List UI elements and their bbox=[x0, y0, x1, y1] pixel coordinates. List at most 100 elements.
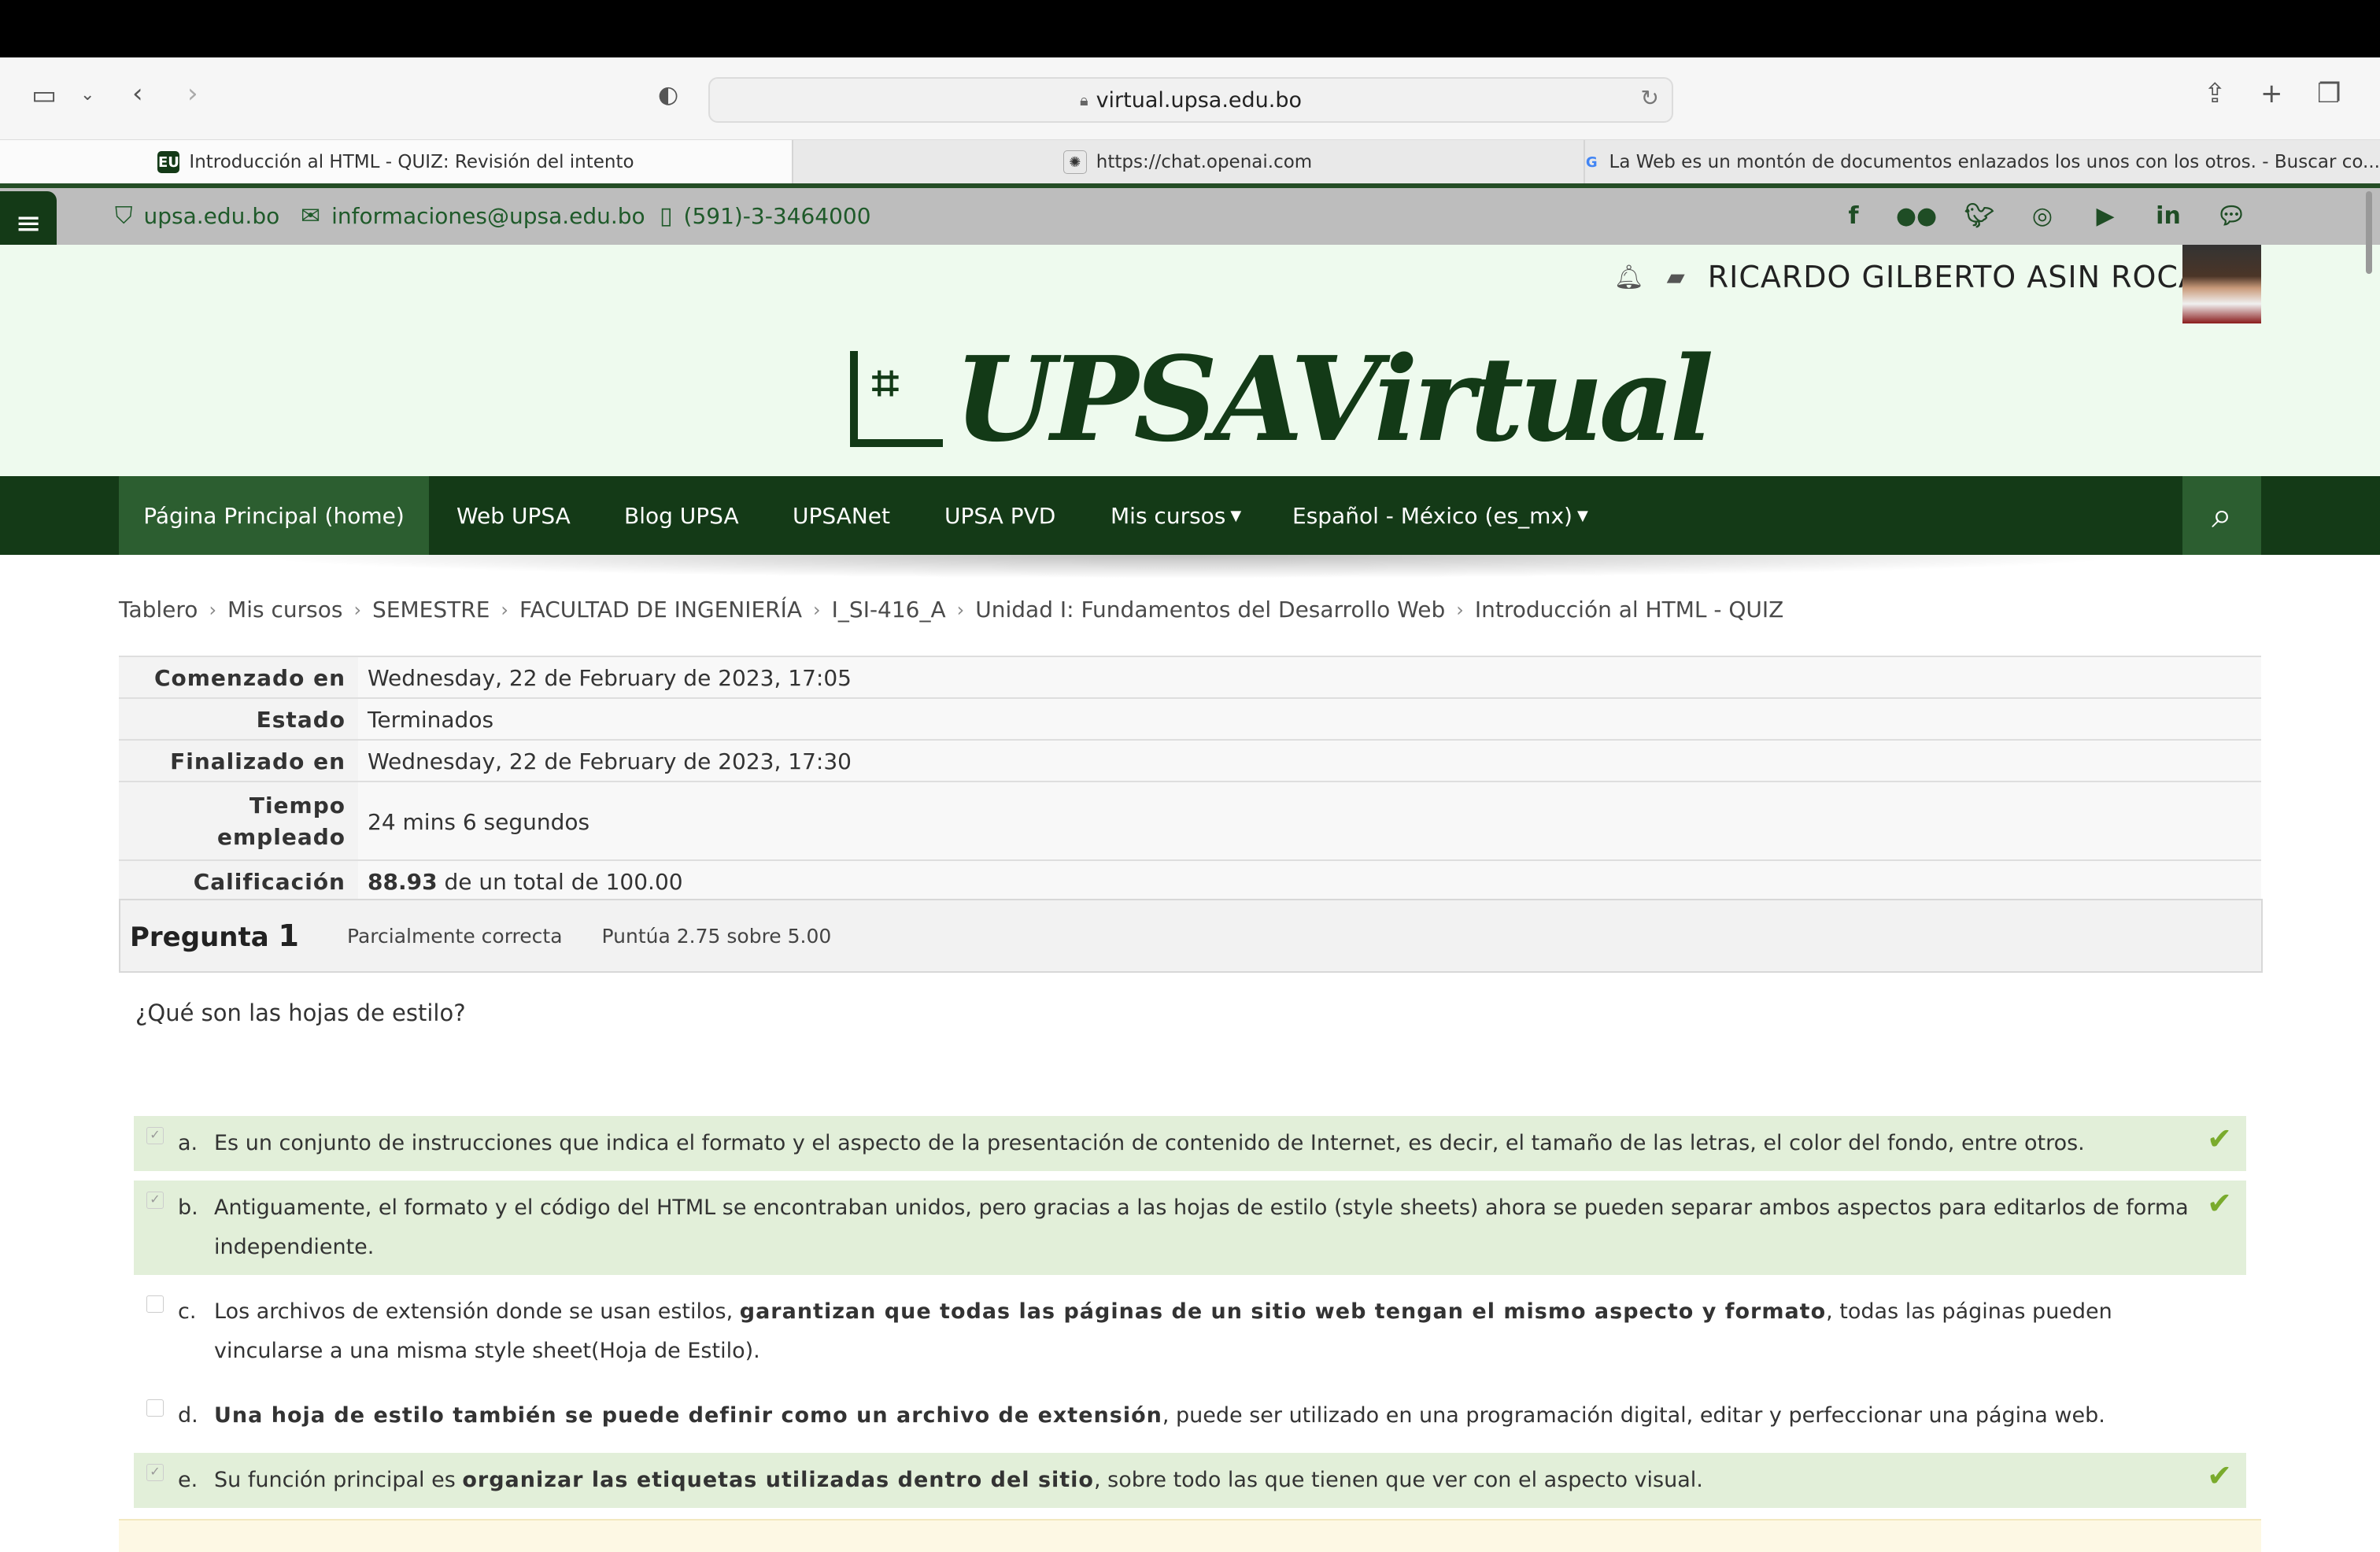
correct-check-icon: ✔ bbox=[2207, 1184, 2232, 1223]
nav-label: Español - México (es_mx) bbox=[1292, 503, 1572, 529]
answer-letter: a. bbox=[178, 1124, 214, 1163]
lock-icon: 🔒︎ bbox=[1080, 91, 1088, 109]
feedback-box bbox=[119, 1519, 2261, 1552]
messages-icon[interactable]: ▰ bbox=[1667, 264, 1686, 291]
answer-option-a: ✓ a. Es un conjunto de instrucciones que… bbox=[134, 1116, 2246, 1171]
breadcrumb: Tablero › Mis cursos › SEMESTRE › FACULTAD … bbox=[119, 597, 1783, 623]
correct-check-icon: ✔ bbox=[2207, 1119, 2232, 1158]
answer-checkbox[interactable]: ✓ bbox=[146, 1127, 164, 1144]
answer-text: Una hoja de estilo también se puede defi… bbox=[214, 1396, 2191, 1436]
breadcrumb-item[interactable]: FACULTAD DE INGENIERÍA bbox=[519, 597, 802, 623]
summary-value: Wednesday, 22 de February de 2023, 17:30 bbox=[358, 741, 2261, 781]
sidebar-toggle-icon[interactable]: ▭ bbox=[31, 79, 57, 111]
answer-text-bold: organizar las etiquetas utilizadas dentr… bbox=[462, 1468, 1094, 1492]
question-state: Parcialmente correcta bbox=[347, 925, 563, 948]
breadcrumb-item[interactable]: Tablero bbox=[119, 597, 198, 623]
nav-upsa-pvd[interactable]: UPSA PVD bbox=[944, 476, 1055, 555]
chat-icon[interactable]: 💬︎ bbox=[2214, 198, 2249, 233]
grade-total: de un total de 100.00 bbox=[438, 869, 683, 895]
tab-label: https://chat.openai.com bbox=[1096, 152, 1312, 172]
answer-text-bold: garantizan que todas las páginas de un s… bbox=[740, 1299, 1826, 1324]
answer-checkbox[interactable]: ✓ bbox=[146, 1192, 164, 1209]
shield-icon[interactable]: ◐ bbox=[658, 79, 678, 111]
correct-check-icon: ✔ bbox=[2207, 1456, 2232, 1495]
tab-chatgpt[interactable]: ✺ https://chat.openai.com bbox=[792, 140, 1585, 184]
linkedin-icon[interactable]: in bbox=[2151, 198, 2186, 233]
answer-letter: d. bbox=[178, 1396, 214, 1436]
contact-website[interactable]: ⛉upsa.edu.bo bbox=[115, 202, 279, 230]
answer-text-part: , puede ser utilizado en una programació… bbox=[1162, 1403, 2105, 1428]
site-logo[interactable]: ⌗ UPSAVirtual bbox=[850, 331, 1709, 467]
chevron-right-icon: › bbox=[209, 599, 216, 621]
share-icon[interactable]: ⇪ bbox=[2204, 78, 2227, 109]
search-button[interactable]: ⌕ bbox=[2182, 476, 2261, 555]
attempt-summary-table: Comenzado en Wednesday, 22 de February d… bbox=[119, 656, 2261, 903]
answer-checkbox[interactable] bbox=[146, 1399, 164, 1417]
summary-label: Tiempo empleado bbox=[119, 782, 358, 859]
chevron-right-icon: › bbox=[957, 599, 965, 621]
reload-icon[interactable]: ↻ bbox=[1641, 85, 1659, 111]
flickr-icon[interactable]: ●● bbox=[1899, 198, 1934, 233]
summary-label: Calificación bbox=[119, 861, 358, 901]
chevron-down-icon[interactable]: ⌄ bbox=[80, 79, 94, 111]
breadcrumb-item[interactable]: SEMESTRE bbox=[372, 597, 490, 623]
instagram-icon[interactable]: ◎ bbox=[2025, 198, 2060, 233]
breadcrumb-item[interactable]: Mis cursos bbox=[227, 597, 342, 623]
new-tab-icon[interactable]: + bbox=[2260, 78, 2283, 109]
bookmark-icon: ⛉ bbox=[115, 202, 133, 230]
answer-list: ✓ a. Es un conjunto de instrucciones que… bbox=[134, 1116, 2246, 1517]
nav-shadow bbox=[236, 555, 2144, 578]
contact-email[interactable]: ✉informaciones@upsa.edu.bo bbox=[301, 202, 645, 230]
facebook-icon[interactable]: f bbox=[1836, 198, 1871, 233]
forward-icon[interactable]: › bbox=[187, 78, 198, 109]
chevron-right-icon: › bbox=[501, 599, 508, 621]
answer-text-bold: Una hoja de estilo también se puede defi… bbox=[214, 1403, 1162, 1428]
nav-label: Blog UPSA bbox=[624, 503, 739, 529]
tab-overview-icon[interactable]: ❐ bbox=[2317, 78, 2341, 109]
question-grade: Puntúa 2.75 sobre 5.00 bbox=[602, 925, 832, 948]
youtube-icon[interactable]: ▶ bbox=[2088, 198, 2123, 233]
table-row: Calificación 88.93 de un total de 100.00 bbox=[119, 861, 2261, 903]
grade-value: 88.93 bbox=[368, 869, 438, 895]
answer-option-e: ✓ e. Su función principal es organizar l… bbox=[134, 1453, 2246, 1508]
tab-quiz[interactable]: EU Introducción al HTML - QUIZ: Revisión… bbox=[0, 140, 793, 184]
table-row: Tiempo empleado 24 mins 6 segundos bbox=[119, 782, 2261, 861]
answer-letter: e. bbox=[178, 1461, 214, 1500]
nav-home[interactable]: Página Principal (home) bbox=[119, 476, 429, 555]
nav-web-upsa[interactable]: Web UPSA bbox=[456, 476, 571, 555]
answer-checkbox[interactable]: ✓ bbox=[146, 1464, 164, 1481]
nav-blog-upsa[interactable]: Blog UPSA bbox=[624, 476, 739, 555]
breadcrumb-item[interactable]: I_SI-416_A bbox=[832, 597, 946, 623]
twitter-icon[interactable]: 🐦︎ bbox=[1962, 198, 1997, 233]
answer-checkbox[interactable] bbox=[146, 1295, 164, 1313]
address-bar[interactable]: 🔒︎ virtual.upsa.edu.bo ↻ bbox=[708, 77, 1673, 123]
table-row: Comenzado en Wednesday, 22 de February d… bbox=[119, 657, 2261, 699]
answer-text-part: , sobre todo las que tienen que ver con … bbox=[1094, 1468, 1703, 1492]
nav-label: UPSA PVD bbox=[944, 503, 1055, 529]
user-menu[interactable]: 🔔︎ ▰ RICARDO GILBERTO ASIN ROCA ▾ bbox=[1614, 260, 2215, 294]
table-row: Finalizado en Wednesday, 22 de February … bbox=[119, 741, 2261, 782]
scrollbar[interactable] bbox=[2366, 191, 2372, 274]
answer-text-part: Antiguamente, el formato y el código del… bbox=[214, 1195, 2189, 1259]
nav-language[interactable]: Español - México (es_mx)▼ bbox=[1292, 476, 1588, 555]
answer-text: Los archivos de extensión donde se usan … bbox=[214, 1292, 2191, 1371]
contact-phone[interactable]: ▯(591)-3-3464000 bbox=[660, 202, 871, 230]
breadcrumb-item[interactable]: Introducción al HTML - QUIZ bbox=[1475, 597, 1784, 623]
summary-label: Finalizado en bbox=[119, 741, 358, 781]
tab-google[interactable]: G La Web es un montón de documentos enla… bbox=[1584, 140, 2380, 184]
breadcrumb-item[interactable]: Unidad I: Fundamentos del Desarrollo Web bbox=[975, 597, 1445, 623]
nav-mis-cursos[interactable]: Mis cursos▼ bbox=[1111, 476, 1241, 555]
answer-text-part: Los archivos de extensión donde se usan … bbox=[214, 1299, 740, 1324]
summary-value: Terminados bbox=[358, 699, 2261, 739]
search-icon: ⌕ bbox=[2212, 493, 2232, 538]
mail-icon: ✉ bbox=[301, 202, 320, 230]
avatar[interactable] bbox=[2182, 245, 2261, 323]
back-icon[interactable]: ‹ bbox=[132, 78, 143, 109]
question-text: ¿Qué son las hojas de estilo? bbox=[135, 1000, 466, 1026]
menu-icon: ≡ bbox=[15, 205, 42, 242]
table-row: Estado Terminados bbox=[119, 699, 2261, 741]
logo-mark-icon: ⌗ bbox=[850, 351, 943, 447]
nav-upsanet[interactable]: UPSANet bbox=[793, 476, 890, 555]
tab-label: Introducción al HTML - QUIZ: Revisión de… bbox=[189, 152, 634, 172]
bell-icon[interactable]: 🔔︎ bbox=[1614, 264, 1645, 291]
